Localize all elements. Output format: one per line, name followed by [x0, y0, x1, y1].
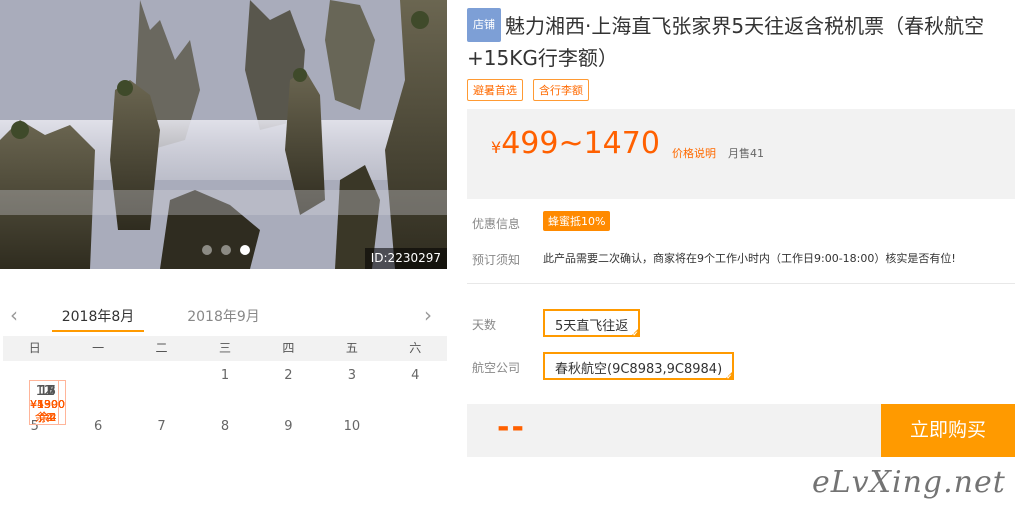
calendar-day	[130, 361, 193, 412]
calendar-day	[66, 361, 129, 412]
notice-label: 预订须知	[472, 253, 521, 267]
days-option-text: 5天直飞往返	[555, 319, 629, 334]
weekday-label: 六	[409, 341, 422, 355]
price-explanation-link[interactable]: 价格说明	[672, 145, 716, 161]
currency-symbol: ¥	[491, 138, 502, 157]
total-price: --	[497, 410, 526, 445]
airline-option-text: 春秋航空(9C8983,9C8984)	[555, 362, 723, 377]
chevron-left-icon[interactable]: ‹	[10, 303, 18, 327]
day-price: ¥1300	[30, 398, 65, 411]
buy-now-button[interactable]: 立即购买	[881, 404, 1015, 457]
calendar-day: 7	[157, 419, 166, 434]
carousel-dot[interactable]	[221, 245, 231, 255]
monthly-sales: 月售41	[728, 147, 764, 160]
weekday-label: 二	[155, 341, 168, 355]
airline-label: 航空公司	[472, 361, 521, 375]
mountain-landscape-image	[0, 0, 447, 269]
tag: 避暑首选	[467, 79, 523, 101]
day-number: 18	[39, 384, 56, 399]
price-value: 499~1470	[501, 126, 660, 161]
calendar-day: 9	[284, 419, 293, 434]
carousel-dots	[202, 245, 250, 255]
calendar-month-tabs: ‹ 2018年8月 2018年9月 ›	[0, 297, 447, 334]
days-label: 天数	[472, 318, 497, 332]
product-title-block: 店铺 魅力湘西·上海直飞张家界5天往返含税机票（春秋航空+15KG行李额）	[467, 8, 1017, 74]
check-icon: ✔	[632, 330, 639, 338]
chevron-right-icon[interactable]: ›	[424, 303, 432, 327]
calendar-day: 3	[347, 368, 356, 383]
carousel-dot-active[interactable]	[240, 245, 250, 255]
carousel-dot[interactable]	[202, 245, 212, 255]
shop-badge[interactable]: 店铺	[467, 8, 501, 42]
calendar-grid: 1 2 3 4 5 6 7 8 9 10 11 ¥499 余2 12 ¥599 余4 13 ¥1300 余4 14 ¥1…	[3, 361, 447, 463]
promo-label: 优惠信息	[472, 217, 521, 231]
calendar-day: 10	[343, 419, 361, 434]
calendar-day: 8	[220, 419, 230, 434]
product-photo[interactable]: ID:2230297	[0, 0, 447, 269]
product-title-text: 魅力湘西·上海直飞张家界5天往返含税机票（春秋航空+15KG行李额）	[467, 14, 985, 70]
weekday-label: 五	[345, 341, 358, 355]
tab-month-2[interactable]: 2018年9月	[176, 306, 271, 326]
calendar-day: 2	[284, 368, 293, 383]
airline-option-selected[interactable]: 春秋航空(9C8983,9C8984) ✔	[543, 352, 735, 381]
product-tags: 避暑首选 含行李额	[467, 79, 589, 101]
check-icon: ✔	[726, 373, 733, 381]
photo-id-label: ID:2230297	[364, 248, 447, 269]
purchase-bar: -- 立即购买	[467, 404, 1015, 457]
days-option-selected[interactable]: 5天直飞往返 ✔	[543, 309, 641, 338]
divider	[467, 283, 1015, 284]
price-range: ¥499~1470	[491, 126, 660, 161]
calendar-day: 6	[93, 419, 103, 434]
calendar-day: 1	[220, 368, 230, 383]
weekday-header: 日 一 二 三 四 五 六	[3, 336, 447, 361]
promo-badge: 蜂蜜抵10%	[543, 211, 611, 231]
tag: 含行李额	[533, 79, 589, 101]
weekday-label: 四	[282, 341, 295, 355]
product-title: 店铺 魅力湘西·上海直飞张家界5天往返含税机票（春秋航空+15KG行李额）	[467, 8, 1017, 74]
day-remaining: 余2	[38, 411, 57, 424]
weekday-label: 一	[92, 341, 105, 355]
weekday-label: 三	[218, 341, 231, 355]
tab-month-1[interactable]: 2018年8月	[52, 306, 144, 326]
price-panel: ¥499~1470 价格说明 月售41	[467, 109, 1015, 199]
calendar-day: 4	[411, 368, 420, 383]
active-tab-underline	[52, 330, 144, 332]
weekday-label: 日	[28, 341, 41, 355]
notice-text: 此产品需要二次确认，商家将在9个工作小时内（工作日9:00-18:00）核实是否…	[543, 252, 956, 265]
watermark-logo: eLvXing.net	[812, 465, 1006, 500]
calendar-day-available[interactable]: 18 ¥1300 余2	[29, 380, 66, 425]
